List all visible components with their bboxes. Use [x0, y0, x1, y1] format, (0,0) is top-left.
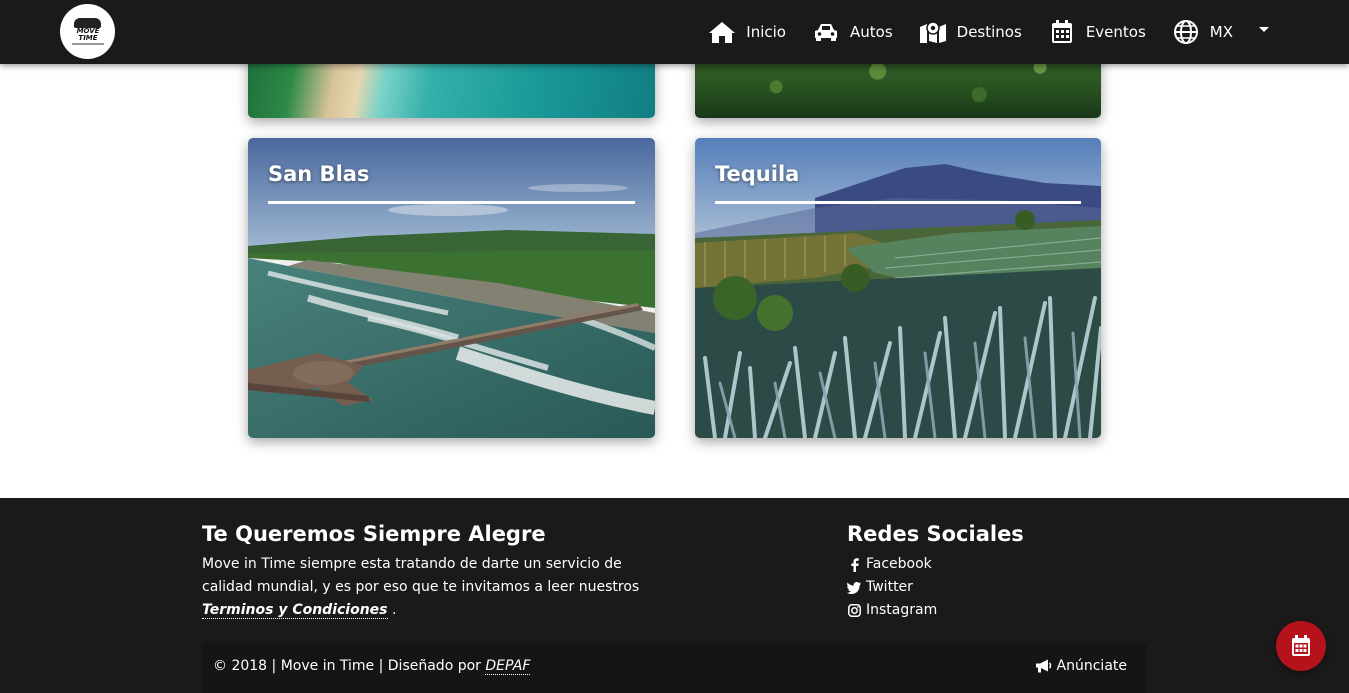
megaphone-icon — [1035, 659, 1052, 673]
card-title-underline — [268, 201, 635, 204]
car-icon — [812, 18, 840, 46]
advertise-label: Anúnciate — [1056, 658, 1127, 674]
social-link-twitter[interactable]: Twitter — [847, 576, 937, 599]
social-link-facebook[interactable]: Facebook — [847, 553, 937, 576]
footer-about-title: Te Queremos Siempre Alegre — [202, 522, 546, 546]
nav-label: Inicio — [746, 23, 786, 41]
instagram-icon — [847, 604, 861, 618]
page-footer: Te Queremos Siempre Alegre Move in Time … — [0, 498, 1349, 693]
social-label: Twitter — [866, 579, 913, 595]
twitter-icon — [847, 581, 861, 595]
nav-item-inicio[interactable]: Inicio — [708, 18, 786, 46]
social-label: Instagram — [866, 602, 938, 618]
designer-link[interactable]: DEPAF — [485, 658, 531, 675]
nav-menu: Inicio Autos Destinos Eventos MX — [682, 0, 1269, 64]
destination-card-san-blas[interactable]: San Blas — [248, 138, 655, 438]
nav-item-eventos[interactable]: Eventos — [1048, 18, 1146, 46]
globe-icon — [1172, 18, 1200, 46]
nav-item-autos[interactable]: Autos — [812, 18, 893, 46]
nav-label: Destinos — [956, 23, 1022, 41]
brand-logo[interactable]: MOVE TIME — [60, 4, 115, 59]
social-link-instagram[interactable]: Instagram — [847, 599, 937, 622]
social-label: Facebook — [866, 556, 932, 572]
facebook-icon — [847, 557, 861, 572]
social-links: Facebook Twitter Instagram — [847, 553, 937, 622]
logo-tagline-line — [72, 43, 104, 45]
footer-about-text: Move in Time siempre esta tratando de da… — [202, 556, 640, 619]
nav-item-destinos[interactable]: Destinos — [919, 18, 1022, 46]
events-fab-button[interactable] — [1276, 621, 1326, 671]
terms-link[interactable]: Terminos y Condiciones — [202, 602, 388, 619]
home-icon — [708, 18, 736, 46]
map-marker-icon — [919, 18, 947, 46]
destination-card-tequila[interactable]: Tequila — [695, 138, 1101, 438]
calendar-icon — [1291, 635, 1311, 657]
top-navbar: MOVE TIME Inicio Autos Destinos Eventos … — [0, 0, 1349, 64]
calendar-icon — [1048, 18, 1076, 46]
card-title: Tequila — [715, 162, 800, 186]
copyright-text: © 2018 | Move in Time | Diseñado por DEP… — [213, 658, 531, 675]
nav-label: Eventos — [1085, 23, 1146, 41]
nav-label: Autos — [850, 23, 893, 41]
chevron-down-icon[interactable] — [1259, 26, 1269, 32]
footer-bottom-bar: © 2018 | Move in Time | Diseñado por DEP… — [202, 641, 1147, 693]
logo-wordmark: MOVE TIME — [76, 27, 100, 42]
country-label: MX — [1209, 23, 1233, 41]
card-title-underline — [715, 201, 1081, 204]
advertise-link[interactable]: Anúnciate — [1035, 658, 1127, 674]
nav-item-country-select[interactable]: MX — [1172, 18, 1233, 46]
footer-social-title: Redes Sociales — [847, 522, 1024, 546]
card-title: San Blas — [268, 162, 370, 186]
